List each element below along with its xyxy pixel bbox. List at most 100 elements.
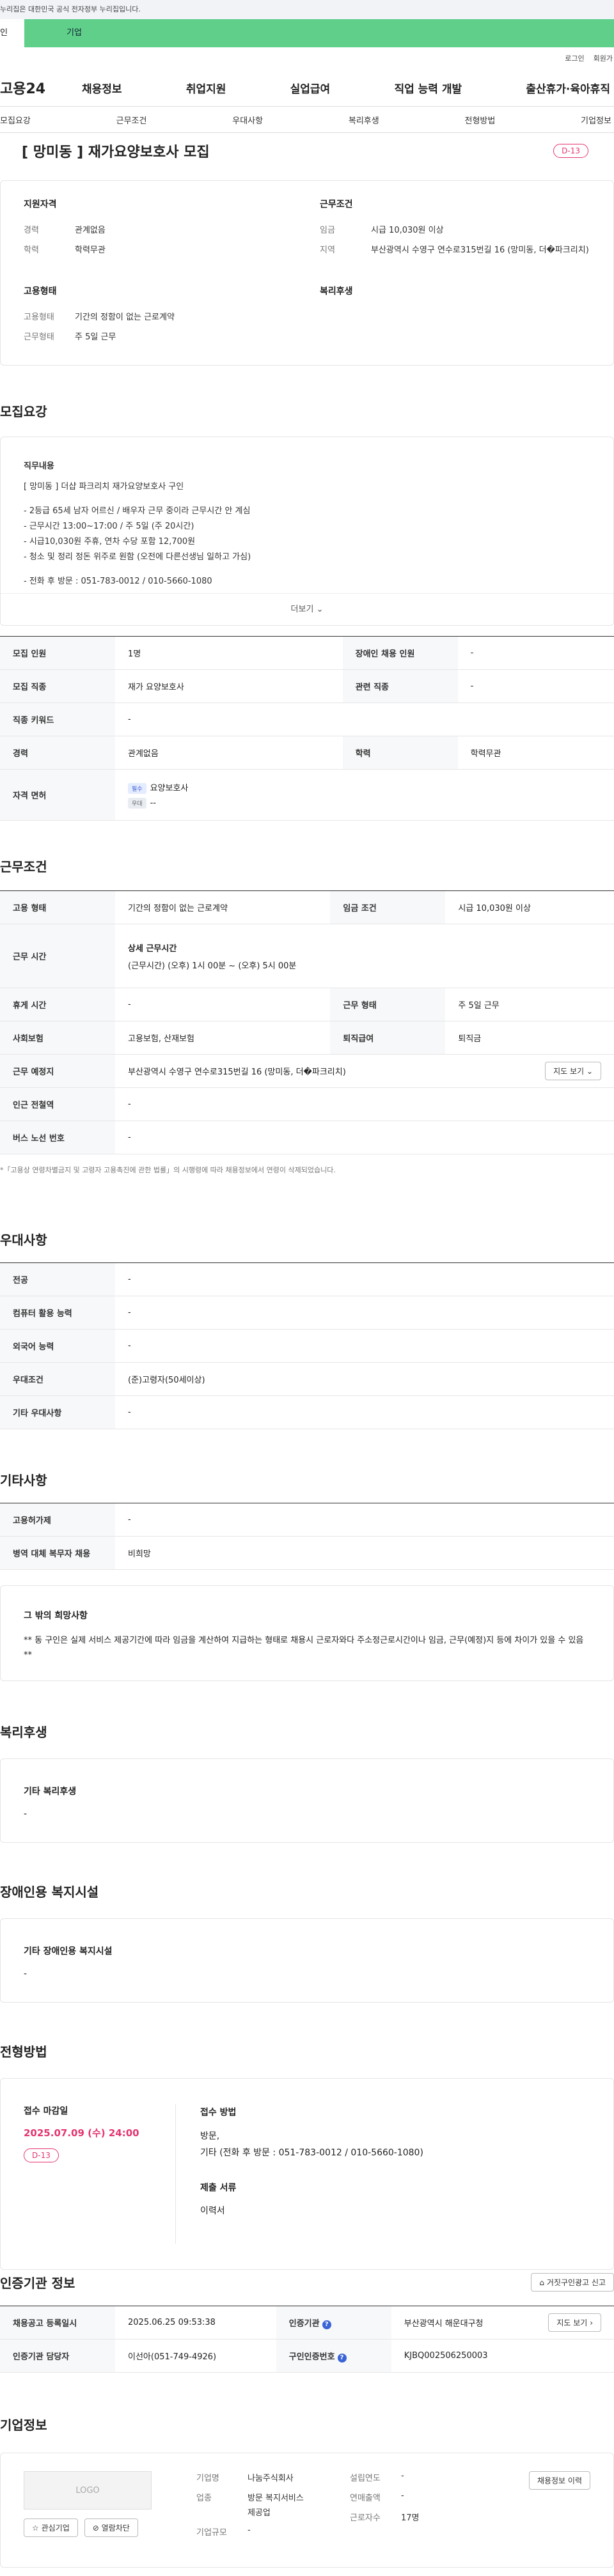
anchor-pref[interactable]: 우대사항 <box>232 114 263 126</box>
pref-table: 전공 - 컴퓨터 활용 능력 - 외국어 능력 - 우대조건 (준)고령자(50세이상)… <box>0 1262 614 1429</box>
other-table: 고용허가제 - 병역 대체 복무자 채용 비희망 <box>0 1503 614 1570</box>
cell-value: 1명 <box>115 636 343 670</box>
map-view-button[interactable]: 지도 보기 ⌄ <box>545 1062 601 1080</box>
license-value-2: -- <box>150 798 156 808</box>
cell-value: - <box>115 1087 614 1121</box>
value: 방문 복지서비스 <box>248 2494 304 2503</box>
home-icon: ⌂ <box>539 2278 545 2287</box>
agency-table: 채용공고 등록일시 2025.06.25 09:53:38 인증기관? 부산광역… <box>0 2306 614 2373</box>
cell-value: - <box>115 1395 614 1429</box>
cell-label: 인증기관? <box>276 2306 391 2339</box>
more-button[interactable]: 더보기 ⌄ <box>1 593 613 625</box>
table-row: 모집 인원 1명 장애인 채용 인원 - <box>0 636 614 670</box>
job-title-row: [ 망미동 ] 재가요양보호사 모집 D-13 <box>0 133 614 161</box>
disabled-facility-section: 장애인용 복지시설 기타 장애인용 복지시설 - <box>0 1882 614 2003</box>
interest-company-button[interactable]: ☆ 관심기업 <box>24 2518 78 2537</box>
table-row: 자격 면허 필수 요양보호사 우대 -- <box>0 769 614 821</box>
section-title-recruit: 모집요강 <box>0 404 47 419</box>
cell-value: - <box>115 988 331 1021</box>
label: 고용형태 <box>24 313 54 322</box>
agency-map-button[interactable]: 지도 보기 › <box>548 2313 601 2332</box>
value: 제공업 <box>248 2508 271 2518</box>
gov-notice: 누리집은 대한민국 공식 전자정부 누리집입니다. <box>0 5 141 13</box>
gnb-item-employment-support[interactable]: 취업지원 <box>186 80 226 96</box>
anchor-recruit[interactable]: 모집요강 <box>0 114 31 126</box>
cell-label: 고용 형태 <box>0 890 115 924</box>
section-title-company: 기업정보 <box>0 2417 47 2433</box>
welfare-etc-value: - <box>24 1809 28 1819</box>
method-line: 방문, <box>200 2130 220 2141</box>
table-row: 전공 - <box>0 1262 614 1296</box>
gnb-item-unemployment[interactable]: 실업급여 <box>290 80 331 96</box>
report-button[interactable]: ⌂ 거짓구인광고 신고 <box>531 2273 614 2292</box>
block-view-button[interactable]: ⊘ 열람차단 <box>84 2518 138 2537</box>
pref-section: 우대사항 전공 - 컴퓨터 활용 능력 - 외국어 능력 - 우대조건 (준)고령자(5… <box>0 1230 614 1429</box>
history-button[interactable]: 채용정보 이력 <box>528 2471 590 2490</box>
table-row: 휴게 시간 - 근무 형태 주 5일 근무 <box>0 988 614 1021</box>
cell-value: 고용보험, 산재보험 <box>115 1021 331 1055</box>
other-section: 기타사항 고용허가제 - 병역 대체 복무자 채용 비희망 그 밖의 희망사항 **… <box>0 1470 614 1681</box>
cell-value: - <box>115 702 614 736</box>
wish-title: 그 밖의 희망사항 <box>24 1611 88 1621</box>
gov-notice-bar: 누리집은 대한민국 공식 전자정부 누리집입니다. <box>0 0 614 19</box>
cell-label: 휴게 시간 <box>0 988 115 1021</box>
docs-title: 제출 서류 <box>200 2182 237 2193</box>
cell-label: 근무 시간 <box>0 924 115 988</box>
section-title-work: 근무조건 <box>0 859 47 874</box>
value: - <box>248 2526 251 2535</box>
label: 기업명 <box>196 2474 219 2483</box>
section-title-apply: 전형방법 <box>0 2044 47 2060</box>
table-row: 고용 형태 기간의 정함이 없는 근로계약 임금 조건 시급 10,030원 이… <box>0 890 614 924</box>
docs-value: 이력서 <box>200 2206 225 2217</box>
cell-label: 구인인증번호? <box>276 2339 391 2373</box>
section-title-other: 기타사항 <box>0 1473 47 1488</box>
cell-value: 기간의 정함이 없는 근로계약 <box>115 890 331 924</box>
site-logo[interactable]: 고용24 <box>0 77 82 98</box>
cell-label: 고용허가제 <box>0 1503 115 1537</box>
tab-company[interactable]: 기업 <box>24 19 614 47</box>
signup-link[interactable]: 회원가 <box>594 53 613 63</box>
info-icon[interactable]: ? <box>322 2320 331 2329</box>
value: 나눔주식회사 <box>248 2474 294 2483</box>
company-info: 기업명 나눔주식회사 업종 방문 복지서비스 제공업 기업규모 - 설립연도 - 연매출… <box>177 2471 590 2549</box>
cell-label: 인증기관 담당자 <box>0 2339 115 2373</box>
label: 지역 <box>320 245 335 255</box>
anchor-company[interactable]: 기업정보 <box>581 114 611 126</box>
cell-label: 기타 우대사항 <box>0 1395 115 1429</box>
agency-value: 부산광역시 해운대구청 <box>404 2319 484 2329</box>
table-row: 직종 키워드 - <box>0 702 614 736</box>
gnb-item-training[interactable]: 직업 능력 개발 <box>394 80 462 96</box>
gnb-item-leave[interactable]: 출산휴가·육아휴직 <box>526 80 610 96</box>
info-icon[interactable]: ? <box>337 2353 347 2363</box>
cell-label: 임금 조건 <box>330 890 446 924</box>
anchor-welfare[interactable]: 복리후생 <box>349 114 379 126</box>
value: - <box>401 2491 404 2501</box>
cell-value: - <box>115 1503 614 1537</box>
tab-individual[interactable]: 인 <box>0 19 24 47</box>
wish-card: 그 밖의 희망사항 ** 동 구인은 실제 서비스 제공기간에 따라 임금을 계… <box>0 1585 614 1681</box>
cell-value: 이선아(051-749-4926) <box>115 2339 276 2373</box>
cell-value: 부산광역시 해운대구청 지도 보기 › <box>391 2306 614 2339</box>
block-icon: ⊘ <box>92 2524 99 2533</box>
cell-value: 시급 10,030원 이상 <box>445 890 614 924</box>
anchor-work[interactable]: 근무조건 <box>116 114 147 126</box>
cell-label: 전공 <box>0 1262 115 1296</box>
gnb-item-jobs[interactable]: 채용정보 <box>82 80 122 96</box>
anchor-apply[interactable]: 전형방법 <box>465 114 496 126</box>
duty-box: 직무내용 [ 망미동 ] 더샵 파크리치 재가요양보호사 구인 - 2등급 65… <box>0 437 614 626</box>
login-link[interactable]: 로그인 <box>565 53 584 63</box>
cell-value: 관계없음 <box>115 736 343 770</box>
section-title-pref: 우대사항 <box>0 1232 47 1248</box>
block-label: 열람차단 <box>101 2524 130 2533</box>
cell-label: 직종 키워드 <box>0 702 115 736</box>
method-line: 기타 (전화 후 방문 : 051-783-0012 / 010-5660-10… <box>200 2148 423 2159</box>
cell-value: 학력무관 <box>457 736 614 770</box>
interest-label: 관심기업 <box>41 2524 70 2533</box>
table-row: 컴퓨터 활용 능력 - <box>0 1296 614 1330</box>
recruit-table: 모집 인원 1명 장애인 채용 인원 - 모집 직종 재가 요양보호사 관련 직… <box>0 636 614 821</box>
cell-label: 학력 <box>342 736 458 770</box>
cell-label: 채용공고 등록일시 <box>0 2306 115 2339</box>
value: 관계없음 <box>75 226 106 235</box>
cell-value: 2025.06.25 09:53:38 <box>115 2306 276 2339</box>
apply-section: 전형방법 접수 마감일 2025.07.09 (수) 24:00 D-13 접수… <box>0 2042 614 2270</box>
